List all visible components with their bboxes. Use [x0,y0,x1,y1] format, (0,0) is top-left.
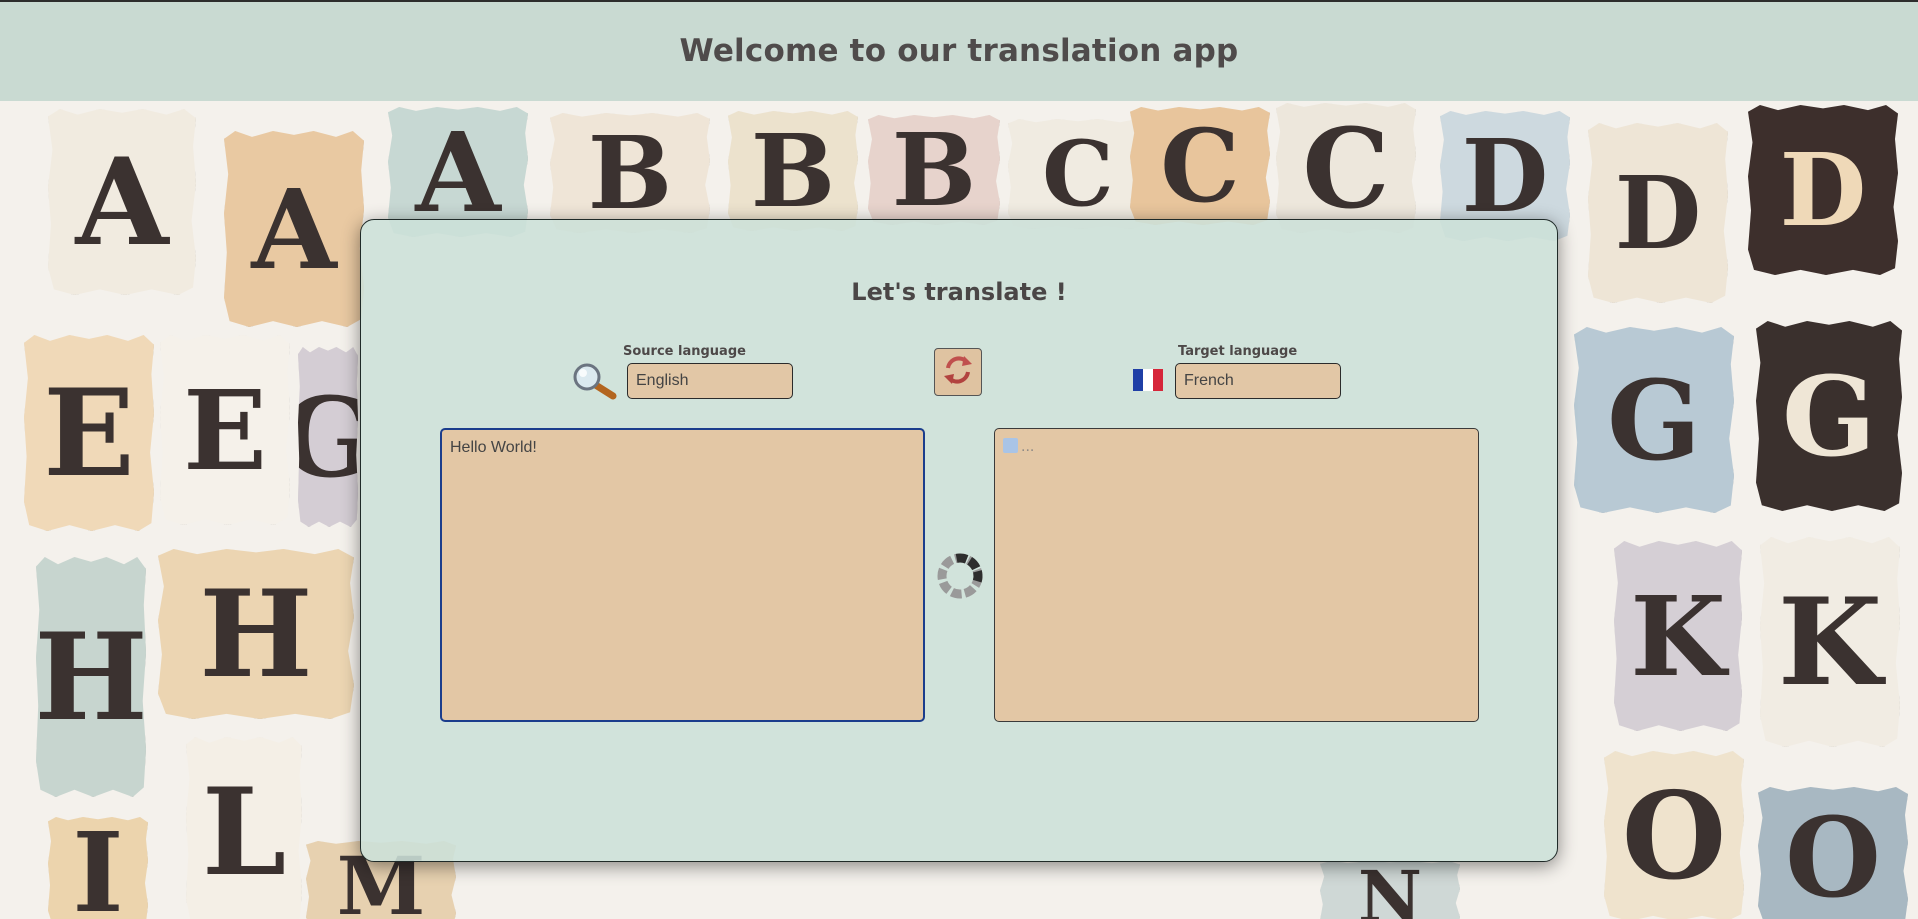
collage-tile: L [186,737,302,919]
loading-spinner-icon [935,551,985,601]
collage-tile: B [728,111,858,231]
translate-placeholder-icon [1003,438,1018,453]
collage-tile: N [1320,861,1460,919]
collage-tile: H [158,549,354,719]
translated-text: ... [1021,438,1035,455]
swap-languages-button[interactable] [934,348,982,396]
swap-arrows-icon [941,353,975,391]
app-header: Welcome to our translation app [0,0,1918,101]
source-language-label: Source language [623,344,746,359]
collage-tile: I [48,817,148,919]
collage-tile: H [36,557,146,797]
collage-tile: O [1758,787,1908,919]
collage-tile: G [1756,321,1902,511]
france-flag-icon [1133,369,1163,391]
target-language-label: Target language [1178,344,1298,359]
collage-tile: D [1588,123,1728,303]
collage-tile: B [868,115,1000,225]
collage-tile: B [550,113,710,233]
collage-tile: E [24,335,154,531]
translation-panel: Let's translate ! Source language Englis… [360,219,1558,862]
translated-text-output: ... [994,428,1479,722]
collage-tile: G [1574,327,1734,513]
collage-tile: A [224,131,364,327]
collage-tile: D [1748,105,1898,275]
magnifier-icon [571,362,617,400]
source-text-input[interactable]: Hello World! [440,428,925,722]
collage-tile: C [1276,103,1416,233]
collage-tile: C [1130,107,1270,225]
collage-tile: C [1008,119,1148,229]
collage-tile: K [1760,537,1900,747]
collage-tile: E [160,335,290,525]
target-language-select[interactable]: French [1175,363,1341,399]
collage-tile: A [48,109,196,295]
page-title: Welcome to our translation app [679,32,1239,69]
source-language-select[interactable]: English [627,363,793,399]
collage-tile: A [388,107,528,237]
collage-tile: K [1614,541,1742,731]
collage-tile: G [298,347,358,527]
collage-tile: O [1604,751,1744,919]
panel-title: Let's translate ! [851,278,1067,306]
